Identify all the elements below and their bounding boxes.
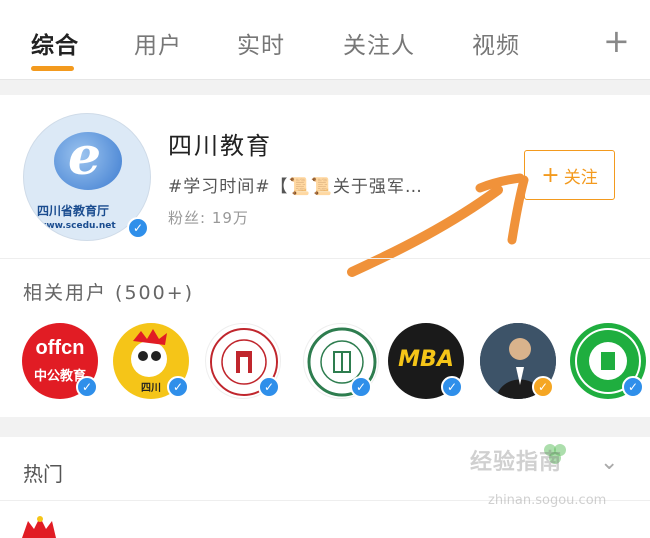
search-tab-bar: 综合 用户 实时 关注人 视频 + [0,0,650,80]
verified-badge-icon: ✓ [441,376,463,398]
watermark-text: 经验指南 [470,450,563,475]
verified-badge-icon: ✓ [350,376,372,398]
avatar-org-text: 四川省教育厅 [37,204,110,218]
tab-realtime[interactable]: 实时 [237,26,285,60]
tab-users[interactable]: 用户 [134,26,182,60]
tab-comprehensive[interactable]: 综合 [31,26,79,60]
add-tab-icon[interactable]: + [603,22,630,60]
account-name[interactable]: 四川教育 [168,126,272,161]
verified-badge-icon: ✓ [258,376,280,398]
follow-plus-icon: + [541,162,560,188]
tab-following[interactable]: 关注人 [343,26,415,60]
verified-gold-badge-icon: ✓ [532,376,554,398]
fans-label: 粉丝: [168,209,207,227]
follow-label: 关注 [563,167,598,188]
annotation-arrow-icon [347,173,529,277]
mba-logo-text: MBA [398,347,454,372]
avatar-site-text: www.scedu.net [38,221,116,231]
hot-section-title: 热门 [23,462,63,486]
edu-logo-letter-icon: e [68,126,102,187]
offcn-logo-text: offcn [35,337,85,359]
related-users-title: 相关用户 (500+) [23,282,195,304]
fans-count: 19万 [211,209,249,227]
watermark-url: zhinan.sogou.com [488,493,607,508]
verified-badge-icon: ✓ [622,376,644,398]
fans-info: 粉丝: 19万 [168,207,249,228]
verified-badge-icon: ✓ [76,376,98,398]
verified-badge-icon: ✓ [127,217,149,239]
card-divider [0,258,650,259]
tab-video[interactable]: 视频 [472,26,520,60]
chevron-down-icon[interactable]: ⌄ [600,450,618,475]
active-tab-indicator [31,66,74,71]
verified-badge-icon: ✓ [167,376,189,398]
hot-post-avatar-icon [22,516,56,538]
